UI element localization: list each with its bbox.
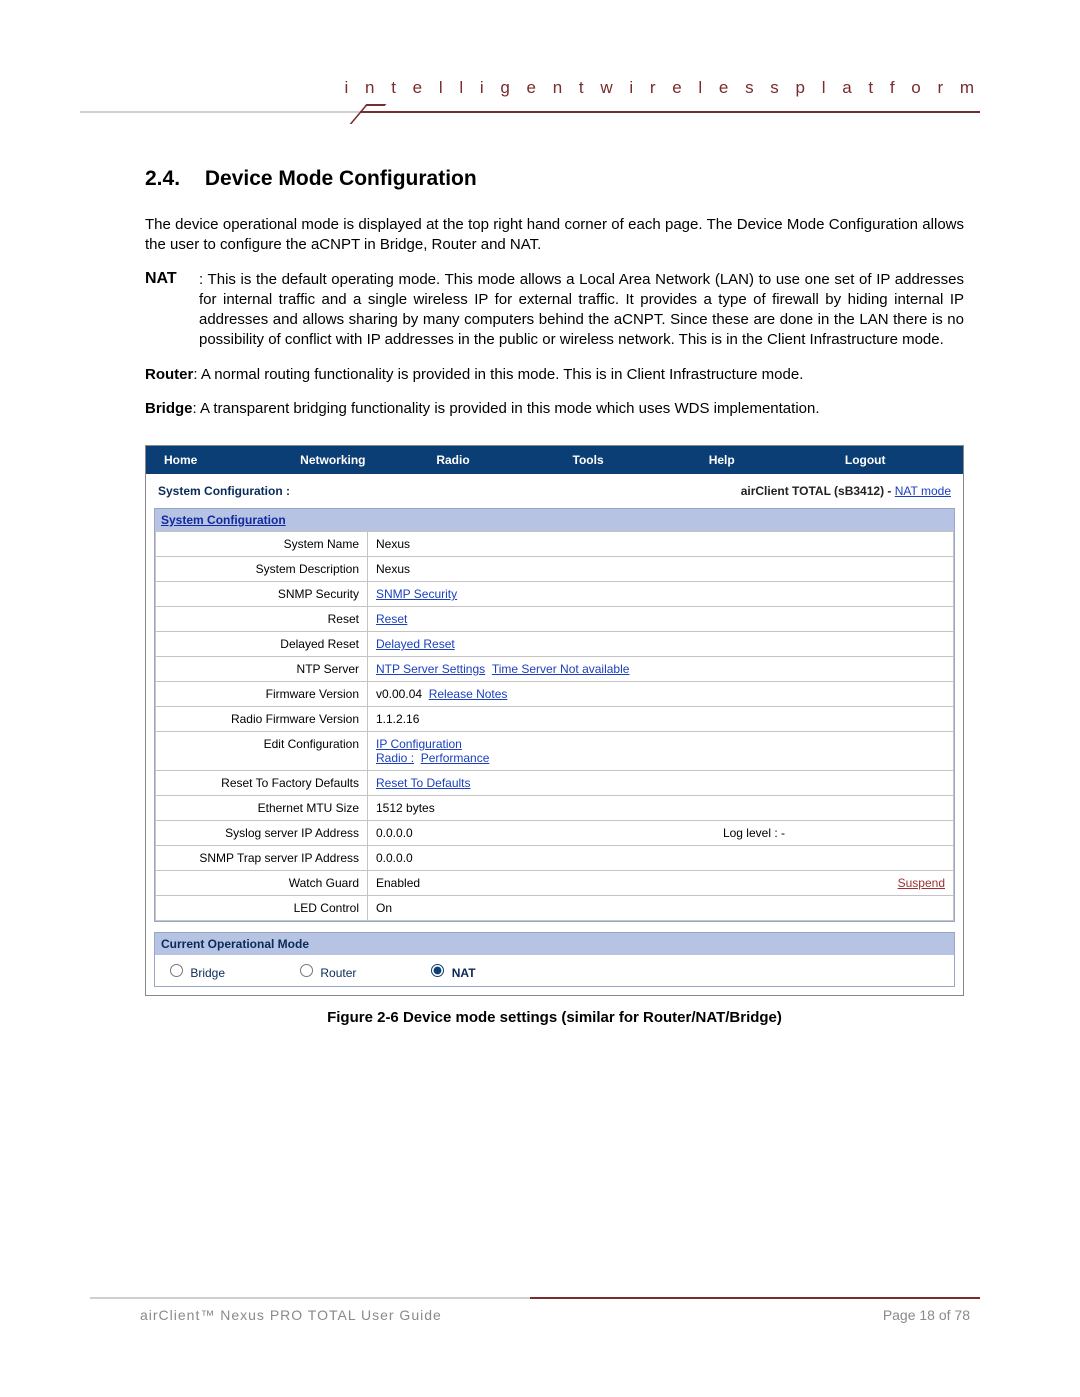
section-heading: 2.4. Device Mode Configuration [145, 167, 964, 191]
table-row: SNMP Security SNMP Security [156, 582, 954, 607]
table-row: Delayed Reset Delayed Reset [156, 632, 954, 657]
section-number: 2.4. [145, 167, 199, 191]
device-status: airClient TOTAL (sB3412) - NAT mode [741, 484, 951, 498]
watchguard-status: Enabled [376, 876, 420, 890]
ip-config-link[interactable]: IP Configuration [376, 737, 462, 751]
radio-config-link[interactable]: Radio : [376, 751, 414, 765]
cfg-key: System Description [156, 557, 368, 582]
table-row: Reset To Factory Defaults Reset To Defaul… [156, 771, 954, 796]
definition-bridge: Bridge: A transparent bridging functiona… [145, 399, 964, 419]
log-level: Log level : - [723, 826, 945, 840]
system-config-table: System NameNexus System DescriptionNexus… [155, 531, 954, 921]
performance-link[interactable]: Performance [421, 751, 490, 765]
cfg-key: System Name [156, 532, 368, 557]
cfg-key: LED Control [156, 896, 368, 921]
radio-firmware-version: 1.1.2.16 [368, 707, 954, 732]
cfg-val: Nexus [368, 532, 954, 557]
bridge-label: Bridge [145, 400, 193, 417]
table-row: Watch Guard Enabled Suspend [156, 871, 954, 896]
cfg-key: NTP Server [156, 657, 368, 682]
subheader-title: System Configuration : [158, 484, 290, 498]
release-notes-link[interactable]: Release Notes [429, 687, 508, 701]
cfg-key: Reset To Factory Defaults [156, 771, 368, 796]
nat-body: : This is the default operating mode. Th… [199, 270, 964, 351]
snmp-security-link[interactable]: SNMP Security [376, 587, 457, 601]
table-row: Firmware Version v0.00.04 Release Notes [156, 682, 954, 707]
led-status: On [368, 896, 954, 921]
table-row: Edit Configuration IP Configuration Radi… [156, 732, 954, 771]
mode-bridge-option[interactable]: Bridge [165, 961, 225, 980]
mode-nat-option[interactable]: NAT [426, 961, 475, 980]
table-row: System DescriptionNexus [156, 557, 954, 582]
mtu-value: 1512 bytes [368, 796, 954, 821]
cfg-key: Syslog server IP Address [156, 821, 368, 846]
device-model: airClient TOTAL (sB3412) - [741, 484, 895, 498]
factory-reset-link[interactable]: Reset To Defaults [376, 776, 471, 790]
cfg-key: Ethernet MTU Size [156, 796, 368, 821]
router-label: Router [145, 366, 193, 383]
cfg-key: Firmware Version [156, 682, 368, 707]
cfg-key: SNMP Security [156, 582, 368, 607]
nav-tools[interactable]: Tools [555, 450, 691, 470]
table-row: Reset Reset [156, 607, 954, 632]
cfg-key: SNMP Trap server IP Address [156, 846, 368, 871]
main-navbar: Home Networking Radio Tools Help Logout [146, 446, 963, 474]
table-row: Radio Firmware Version1.1.2.16 [156, 707, 954, 732]
mode-nat-radio[interactable] [431, 964, 444, 977]
nav-radio[interactable]: Radio [418, 450, 554, 470]
device-mode-link[interactable]: NAT mode [895, 484, 951, 498]
cfg-key: Delayed Reset [156, 632, 368, 657]
system-config-header[interactable]: System Configuration [155, 509, 954, 531]
table-row: System NameNexus [156, 532, 954, 557]
definition-nat: NAT : This is the default operating mode… [145, 270, 964, 351]
cfg-val: Nexus [368, 557, 954, 582]
ntp-settings-link[interactable]: NTP Server Settings [376, 662, 485, 676]
table-row: Syslog server IP Address 0.0.0.0 Log level… [156, 821, 954, 846]
mode-router-radio[interactable] [300, 964, 313, 977]
nav-networking[interactable]: Networking [282, 450, 418, 470]
mode-nat-label: NAT [452, 966, 476, 980]
cfg-key: Radio Firmware Version [156, 707, 368, 732]
mode-bridge-radio[interactable] [170, 964, 183, 977]
system-config-panel: System Configuration System NameNexus Sy… [154, 508, 955, 922]
header-rule [0, 100, 980, 124]
mode-router-option[interactable]: Router [295, 961, 356, 980]
nav-help[interactable]: Help [691, 450, 827, 470]
nav-home[interactable]: Home [146, 450, 282, 470]
table-row: NTP Server NTP Server Settings Time Serve… [156, 657, 954, 682]
bridge-body: : A transparent bridging functionality i… [193, 400, 820, 417]
table-row: LED ControlOn [156, 896, 954, 921]
trap-ip: 0.0.0.0 [368, 846, 954, 871]
page-footer: airClient™ Nexus PRO TOTAL User Guide Pa… [0, 1287, 1080, 1327]
table-row: SNMP Trap server IP Address0.0.0.0 [156, 846, 954, 871]
definition-router: Router: A normal routing functionality i… [145, 365, 964, 385]
reset-link[interactable]: Reset [376, 612, 407, 626]
figure-caption: Figure 2-6 Device mode settings (similar… [145, 1008, 964, 1028]
delayed-reset-link[interactable]: Delayed Reset [376, 637, 455, 651]
section-title: Device Mode Configuration [205, 167, 477, 190]
mode-bridge-label: Bridge [190, 966, 225, 980]
intro-paragraph: The device operational mode is displayed… [145, 215, 964, 256]
footer-guide-name: airClient™ Nexus PRO TOTAL User Guide [140, 1307, 442, 1323]
footer-page-number: Page 18 of 78 [883, 1307, 970, 1323]
ntp-unavailable-link[interactable]: Time Server Not available [492, 662, 630, 676]
router-body: : A normal routing functionality is prov… [193, 366, 803, 383]
syslog-ip: 0.0.0.0 [376, 826, 413, 840]
nav-logout[interactable]: Logout [827, 450, 963, 470]
cfg-key: Watch Guard [156, 871, 368, 896]
header-tagline: i n t e l l i g e n t w i r e l e s s p … [345, 78, 980, 98]
mode-router-label: Router [320, 966, 356, 980]
embedded-ui: Home Networking Radio Tools Help Logout … [145, 445, 964, 996]
suspend-link[interactable]: Suspend [898, 876, 945, 890]
nat-label: NAT [145, 270, 199, 351]
firmware-version: v0.00.04 [376, 687, 422, 701]
cfg-key: Reset [156, 607, 368, 632]
mode-panel: Current Operational Mode Bridge Router N… [154, 932, 955, 987]
cfg-key: Edit Configuration [156, 732, 368, 771]
table-row: Ethernet MTU Size1512 bytes [156, 796, 954, 821]
mode-panel-header: Current Operational Mode [155, 933, 954, 955]
